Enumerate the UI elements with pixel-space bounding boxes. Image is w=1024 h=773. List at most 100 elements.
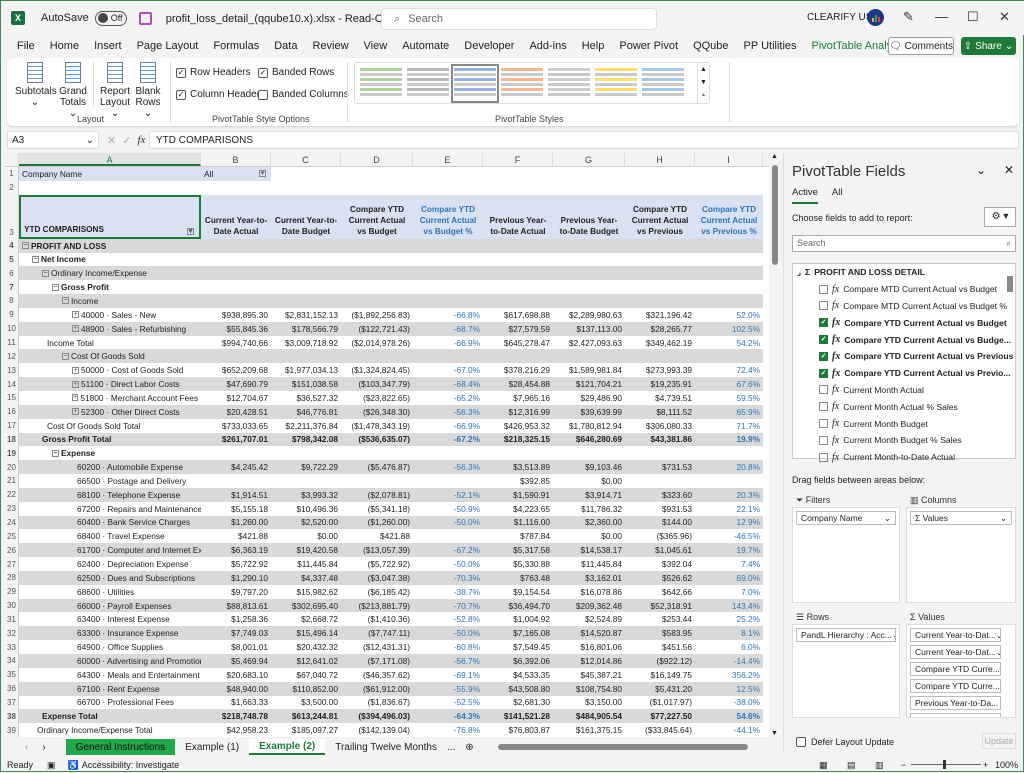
value-field-pill[interactable]: Previous Year-to-Da...⌄ xyxy=(910,696,1001,710)
value-cell[interactable]: ($213,881.79) xyxy=(341,599,413,613)
value-cell[interactable]: $20,683.10 xyxy=(201,668,271,682)
value-cell[interactable]: ($142,139.04) xyxy=(341,723,413,737)
value-cell[interactable] xyxy=(695,239,763,253)
row-label[interactable]: 62500 · Dues and Subscriptions xyxy=(19,571,201,585)
zoom-out-icon[interactable]: − xyxy=(901,760,906,770)
pen-icon[interactable]: ✎ xyxy=(903,9,914,25)
value-cell[interactable]: $178,566.79 xyxy=(271,322,341,336)
sheet-tab[interactable]: General Instructions xyxy=(65,739,176,755)
value-cell[interactable]: $3,150.00 xyxy=(553,696,625,710)
value-cell[interactable]: $15,496.14 xyxy=(271,626,341,640)
value-cell[interactable] xyxy=(413,349,483,363)
value-cell[interactable]: 69.0% xyxy=(695,571,763,585)
tab-all[interactable]: All xyxy=(832,187,843,204)
row-number[interactable]: 14 xyxy=(5,377,19,391)
value-field-pill[interactable]: Current Year-to-Dat...⌄ xyxy=(910,628,1001,642)
value-cell[interactable] xyxy=(625,266,695,280)
defer-update-checkbox[interactable]: Defer Layout Update xyxy=(796,737,894,747)
column-header-e[interactable]: E xyxy=(413,153,483,166)
value-cell[interactable] xyxy=(625,474,695,488)
value-cell[interactable] xyxy=(201,474,271,488)
value-cell[interactable]: $218,325.15 xyxy=(483,433,553,447)
value-cell[interactable]: -46.5% xyxy=(695,529,763,543)
value-cell[interactable] xyxy=(695,294,763,308)
menu-review[interactable]: Review xyxy=(312,40,348,52)
value-cell[interactable]: $4,245.42 xyxy=(201,460,271,474)
value-cell[interactable]: -50.0% xyxy=(413,516,483,530)
value-cell[interactable]: $1,914.51 xyxy=(201,488,271,502)
value-cell[interactable]: ($5,722.92) xyxy=(341,557,413,571)
row-label[interactable]: Expense Total xyxy=(19,709,201,723)
value-cell[interactable]: -67.2% xyxy=(413,543,483,557)
menu-add-ins[interactable]: Add-ins xyxy=(529,40,566,52)
value-cell[interactable]: 12.5% xyxy=(695,682,763,696)
value-cell[interactable]: $931.53 xyxy=(625,502,695,516)
value-cell[interactable]: -44.1% xyxy=(695,723,763,737)
row-label[interactable]: 66000 · Payroll Expenses xyxy=(19,599,201,613)
value-cell[interactable]: $218,748.78 xyxy=(201,709,271,723)
value-cell[interactable]: 54.6% xyxy=(695,709,763,723)
value-cell[interactable]: -56.3% xyxy=(413,460,483,474)
more-sheets[interactable]: ... xyxy=(447,742,455,753)
value-cell[interactable]: $323.60 xyxy=(625,488,695,502)
row-label[interactable]: − Net Income xyxy=(19,253,201,267)
value-cell[interactable]: $39,639.99 xyxy=(553,405,625,419)
value-cell[interactable]: -66.8% xyxy=(413,308,483,322)
value-cell[interactable]: -52.8% xyxy=(413,612,483,626)
value-cell[interactable]: $421.88 xyxy=(201,529,271,543)
value-cell[interactable]: $4,533.35 xyxy=(483,668,553,682)
row-label[interactable]: 60200 · Automobile Expense xyxy=(19,460,201,474)
checkbox-icon[interactable]: ✓ xyxy=(819,318,828,328)
checkbox-icon[interactable]: ✓ xyxy=(819,351,828,361)
value-cell[interactable] xyxy=(483,253,553,267)
value-cell[interactable] xyxy=(341,474,413,488)
value-cell[interactable]: ($2,014,978.26) xyxy=(341,336,413,350)
value-cell[interactable]: $2,681.30 xyxy=(483,696,553,710)
column-header-a[interactable]: A xyxy=(19,153,201,166)
value-cell[interactable]: $1,116.00 xyxy=(483,516,553,530)
menu-pp-utilities[interactable]: PP Utilities xyxy=(744,40,797,52)
value-cell[interactable]: $20,428.51 xyxy=(201,405,271,419)
row-number[interactable]: 27 xyxy=(5,557,19,571)
menu-help[interactable]: Help xyxy=(582,40,605,52)
value-cell[interactable]: $121,704.21 xyxy=(553,377,625,391)
value-cell[interactable]: ($6,185.42) xyxy=(341,585,413,599)
row-number[interactable]: 16 xyxy=(5,404,19,419)
value-cell[interactable] xyxy=(413,446,483,460)
value-cell[interactable]: -64.3% xyxy=(413,709,483,723)
expand-icon[interactable]: + xyxy=(72,311,79,319)
value-cell[interactable]: -68.7% xyxy=(413,322,483,336)
collapse-icon[interactable]: − xyxy=(62,297,69,305)
menu-automate[interactable]: Automate xyxy=(402,40,449,52)
row-number[interactable]: 19 xyxy=(5,446,19,461)
value-cell[interactable]: $2,289,980.63 xyxy=(553,308,625,322)
value-cell[interactable] xyxy=(553,446,625,460)
value-cell[interactable]: $12,641.02 xyxy=(271,654,341,668)
value-cell[interactable]: $12,704.67 xyxy=(201,391,271,405)
value-cell[interactable]: $261,707.01 xyxy=(201,433,271,447)
column-headers-checkbox[interactable]: ✓ Column Headers xyxy=(176,89,265,100)
value-cell[interactable]: $2,524.89 xyxy=(553,612,625,626)
value-cell[interactable]: ($7,747.11) xyxy=(341,626,413,640)
value-cell[interactable]: $451.56 xyxy=(625,640,695,654)
column-header-h[interactable]: H xyxy=(625,153,695,166)
pivot-styles-gallery[interactable]: ▲ ▼ ⩡ xyxy=(354,62,710,104)
value-cell[interactable]: 19.7% xyxy=(695,543,763,557)
row-number[interactable]: 12 xyxy=(5,349,19,364)
value-cell[interactable]: -67.0% xyxy=(413,363,483,377)
value-cell[interactable] xyxy=(413,239,483,253)
value-cell[interactable] xyxy=(271,446,341,460)
row-number[interactable]: 10 xyxy=(5,321,19,336)
collapse-icon[interactable]: − xyxy=(32,255,39,263)
formula-input[interactable]: YTD COMPARISONS xyxy=(149,131,1019,149)
name-box[interactable]: A3 ⌄ xyxy=(7,131,99,149)
value-cell[interactable]: $28,265.77 xyxy=(625,322,695,336)
column-field-pill[interactable]: Σ Values ⌄ xyxy=(910,511,1012,525)
value-cell[interactable]: $11,786.32 xyxy=(553,502,625,516)
row-number[interactable]: 30 xyxy=(5,598,19,613)
value-cell[interactable]: $733,033.65 xyxy=(201,419,271,433)
value-cell[interactable]: ($46,357.62) xyxy=(341,668,413,682)
row-label[interactable]: 60400 · Bank Service Charges xyxy=(19,516,201,530)
value-cell[interactable]: $1,589,981.84 xyxy=(553,363,625,377)
column-field-header[interactable]: Compare YTD Current Actual vs Budget xyxy=(341,195,413,239)
